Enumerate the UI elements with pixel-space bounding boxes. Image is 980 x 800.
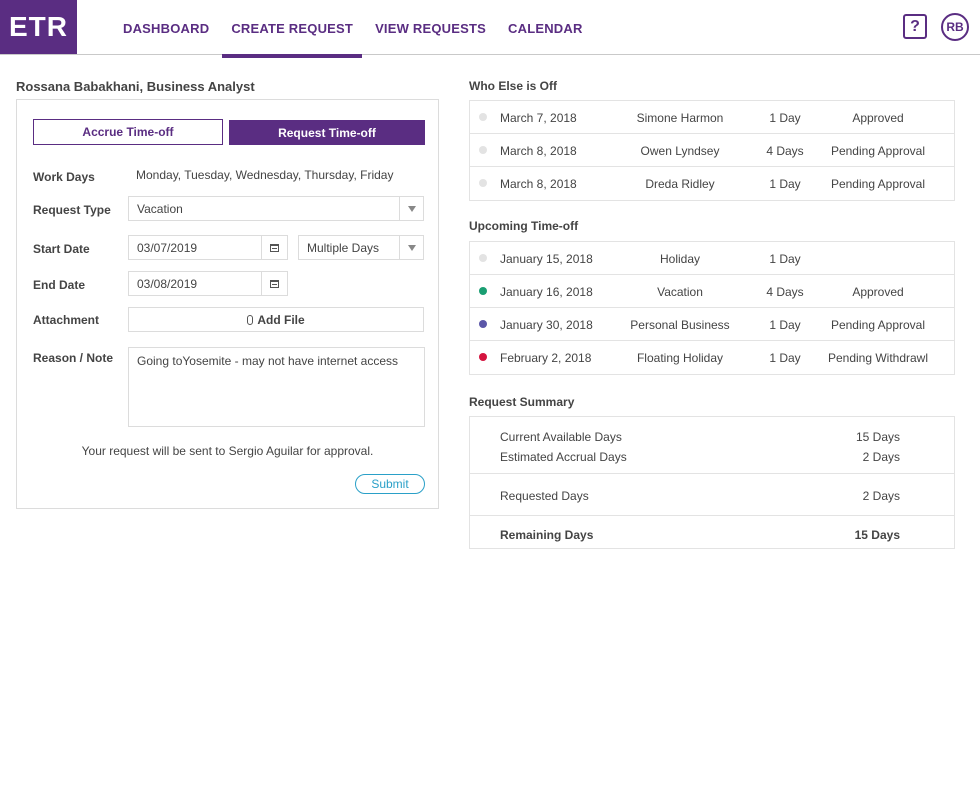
summary-value: 2 Days	[862, 450, 900, 464]
upcoming-table: January 15, 2018 Holiday 1 Day January 1…	[469, 241, 955, 375]
nav-dashboard[interactable]: DASHBOARD	[112, 0, 220, 55]
table-row: February 2, 2018 Floating Holiday 1 Day …	[470, 341, 954, 374]
status-dot	[479, 353, 487, 361]
summary-value: 15 Days	[854, 528, 900, 542]
app-logo[interactable]: ETR	[0, 0, 77, 54]
summary-label: Current Available Days	[500, 430, 622, 444]
row-date: February 2, 2018	[500, 351, 592, 365]
row-days: 4 Days	[766, 144, 804, 158]
duration-value: Multiple Days	[307, 240, 380, 255]
row-name: Owen Lyndsey	[640, 144, 720, 158]
chevron-down-icon	[399, 197, 423, 220]
row-name: Dreda Ridley	[645, 177, 715, 191]
row-days: 4 Days	[766, 285, 804, 299]
start-date-value: 03/07/2019	[137, 240, 198, 255]
work-days-label: Work Days	[33, 170, 95, 184]
row-date: January 16, 2018	[500, 285, 593, 299]
row-date: January 30, 2018	[500, 318, 593, 332]
row-days: 1 Day	[769, 252, 801, 266]
main-nav: DASHBOARD CREATE REQUEST VIEW REQUESTS C…	[112, 0, 594, 58]
row-status: Pending Approval	[830, 318, 926, 332]
status-dot	[479, 320, 487, 328]
chevron-down-icon	[399, 236, 423, 259]
row-type: Holiday	[659, 252, 701, 266]
request-type-label: Request Type	[33, 203, 111, 217]
summary-value: 15 Days	[855, 430, 900, 444]
row-type: Floating Holiday	[636, 351, 724, 365]
row-status: Pending Approval	[830, 177, 926, 191]
status-dot	[479, 179, 487, 187]
request-summary: Current Available Days 15 Days Estimated…	[469, 416, 955, 549]
row-type: Personal Business	[630, 318, 730, 332]
divider	[470, 473, 954, 474]
table-row: March 7, 2018 Simone Harmon 1 Day Approv…	[470, 101, 954, 134]
row-status: Pending Approval	[830, 144, 926, 158]
row-date: January 15, 2018	[500, 252, 593, 266]
divider	[470, 515, 954, 516]
add-file-button[interactable]: Add File	[128, 307, 424, 332]
table-row: January 30, 2018 Personal Business 1 Day…	[470, 308, 954, 341]
nav-calendar[interactable]: CALENDAR	[497, 0, 594, 55]
duration-select[interactable]: Multiple Days	[298, 235, 424, 260]
summary-label: Requested Days	[500, 489, 589, 503]
add-file-label: Add File	[257, 312, 305, 327]
row-date: March 7, 2018	[500, 111, 577, 125]
row-status: Approved	[852, 111, 904, 125]
user-title: Rossana Babakhani, Business Analyst	[16, 79, 255, 94]
summary-label: Remaining Days	[500, 528, 594, 542]
row-date: March 8, 2018	[500, 177, 577, 191]
upcoming-title: Upcoming Time-off	[469, 219, 579, 233]
status-dot	[479, 113, 487, 121]
start-date-label: Start Date	[33, 242, 90, 256]
top-header: ETR DASHBOARD CREATE REQUEST VIEW REQUES…	[0, 0, 980, 58]
reason-label: Reason / Note	[33, 351, 114, 365]
row-name: Simone Harmon	[636, 111, 724, 125]
status-dot	[479, 146, 487, 154]
help-icon[interactable]: ?	[903, 14, 927, 39]
summary-label: Estimated Accrual Days	[500, 450, 627, 464]
summary-title: Request Summary	[469, 395, 575, 409]
row-date: March 8, 2018	[500, 144, 577, 158]
request-type-select[interactable]: Vacation	[128, 196, 424, 221]
status-dot	[479, 254, 487, 262]
request-form-panel: Accrue Time-off Request Time-off Work Da…	[16, 99, 439, 509]
reason-textarea[interactable]: Going toYosemite - may not have internet…	[128, 347, 425, 427]
nav-view-requests[interactable]: VIEW REQUESTS	[364, 0, 497, 55]
calendar-icon[interactable]	[261, 236, 287, 259]
calendar-icon[interactable]	[261, 272, 287, 295]
who-else-title: Who Else is Off	[469, 79, 558, 93]
row-days: 1 Day	[769, 351, 801, 365]
table-row: January 15, 2018 Holiday 1 Day	[470, 242, 954, 275]
approval-note: Your request will be sent to Sergio Agui…	[81, 444, 374, 458]
who-else-table: March 7, 2018 Simone Harmon 1 Day Approv…	[469, 100, 955, 201]
accrue-timeoff-button[interactable]: Accrue Time-off	[33, 119, 223, 145]
paperclip-icon	[247, 314, 254, 325]
request-type-value: Vacation	[137, 201, 183, 216]
end-date-value: 03/08/2019	[137, 276, 198, 291]
end-date-input[interactable]: 03/08/2019	[128, 271, 288, 296]
row-days: 1 Day	[769, 318, 801, 332]
work-days-value: Monday, Tuesday, Wednesday, Thursday, Fr…	[136, 168, 394, 182]
request-timeoff-button[interactable]: Request Time-off	[229, 120, 425, 145]
row-days: 1 Day	[769, 111, 801, 125]
table-row: March 8, 2018 Dreda Ridley 1 Day Pending…	[470, 167, 954, 200]
table-row: January 16, 2018 Vacation 4 Days Approve…	[470, 275, 954, 308]
row-status: Pending Withdrawl	[827, 351, 929, 365]
start-date-input[interactable]: 03/07/2019	[128, 235, 288, 260]
row-type: Vacation	[657, 285, 703, 299]
attachment-label: Attachment	[33, 313, 100, 327]
row-status: Approved	[852, 285, 904, 299]
submit-button[interactable]: Submit	[355, 474, 425, 494]
row-days: 1 Day	[769, 177, 801, 191]
status-dot	[479, 287, 487, 295]
nav-create-request[interactable]: CREATE REQUEST	[220, 0, 364, 58]
table-row: March 8, 2018 Owen Lyndsey 4 Days Pendin…	[470, 134, 954, 167]
summary-value: 2 Days	[862, 489, 900, 503]
avatar[interactable]: RB	[941, 13, 969, 41]
end-date-label: End Date	[33, 278, 86, 292]
